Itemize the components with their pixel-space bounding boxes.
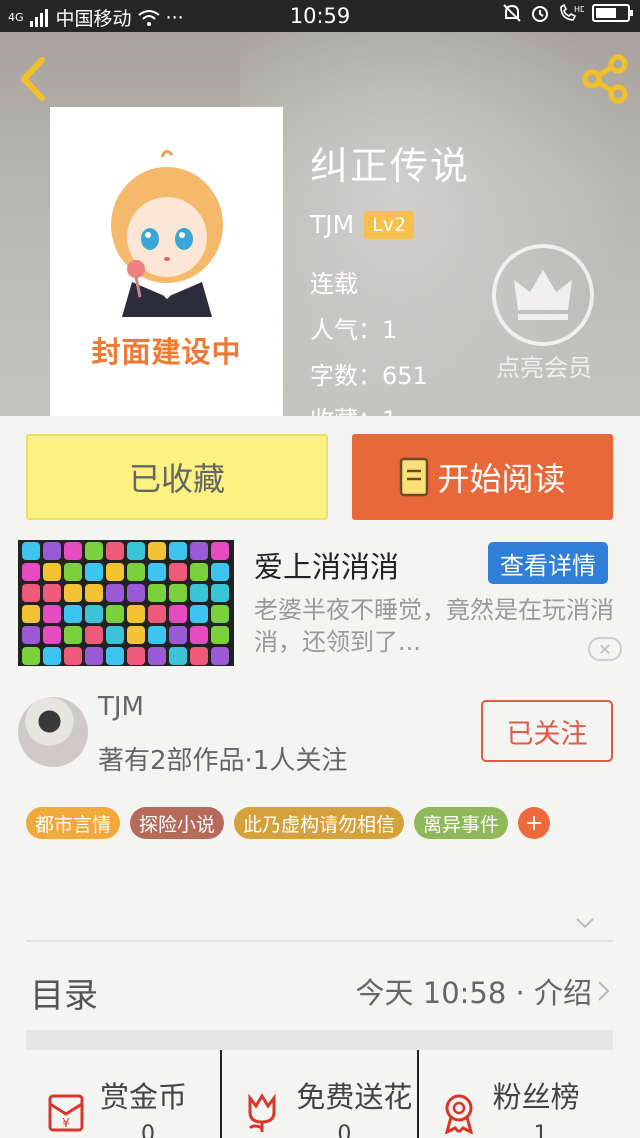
more-tags-button[interactable]: + [518, 807, 551, 839]
ad-description[interactable]: 老婆半夜不睡觉，竟然是在玩消消消，还领到了... [254, 594, 634, 658]
tag-2[interactable]: 此乃虚构请勿相信 [234, 807, 405, 839]
reward-coins-count: 0 [141, 1122, 155, 1138]
ad-title[interactable]: 爱上消消消 [254, 544, 399, 586]
author-card-stats: 著有2部作品·1人关注 [98, 746, 348, 776]
send-flower-label: 免费送花 [296, 1080, 413, 1114]
chevron-down-icon[interactable] [574, 912, 596, 934]
hd-call-icon: HD [560, 3, 584, 21]
author-line: TJM Lv2 [310, 210, 415, 239]
word-count: 字数：651 [310, 362, 428, 390]
start-reading-label: 开始阅读 [437, 460, 566, 498]
collection-count: 收藏：1 [310, 400, 397, 416]
fan-ranking-count: 1 [533, 1122, 548, 1138]
send-flower-count: 0 [337, 1122, 352, 1138]
book-header: 封面建设中 纠正传说 TJM Lv2 连载 人气：1 字数：651 收藏：1 点… [0, 32, 640, 416]
tag-list: 都市言情 探险小说 此乃虚构请勿相信 离异事件 + [26, 807, 551, 839]
svg-text:¥: ¥ [62, 1116, 70, 1130]
chevron-right-icon [598, 981, 610, 1001]
fan-ranking-button[interactable]: 粉丝榜 1 [419, 1050, 613, 1138]
ad-detail-button[interactable]: 查看详情 [488, 542, 608, 584]
alarm-icon [532, 6, 548, 22]
reward-coins-button[interactable]: ¥ 赏金币 0 [26, 1050, 223, 1138]
reward-coins-label: 赏金币 [100, 1080, 188, 1114]
bottom-action-bar: ¥ 赏金币 0 免费送花 0 粉丝榜 1 [26, 1050, 613, 1138]
tag-1[interactable]: 探险小说 [130, 807, 225, 839]
back-icon[interactable] [14, 54, 54, 104]
start-reading-button[interactable]: 开始阅读 [352, 434, 613, 520]
author-name[interactable]: TJM [310, 210, 354, 239]
tag-0[interactable]: 都市言情 [26, 807, 121, 839]
toc-updated-text: 今天 10:58 · 介绍 [355, 976, 592, 1010]
level-badge: Lv2 [364, 210, 415, 239]
send-flower-button[interactable]: 免费送花 0 [222, 1050, 419, 1138]
coin-envelope-icon: ¥ [48, 1094, 84, 1132]
cover-illustration [111, 150, 223, 317]
vip-label: 点亮会员 [496, 354, 592, 382]
ad-image[interactable] [18, 540, 234, 666]
mute-bell-icon [503, 4, 521, 22]
divider [26, 940, 613, 942]
book-title: 纠正传说 [310, 144, 471, 188]
vip-activate[interactable]: 点亮会员 [492, 244, 596, 383]
ad-close-icon[interactable]: ✕ [588, 637, 622, 661]
status-bar: 4G 中国移动 ··· 10:59 HD [0, 0, 640, 32]
svg-text:HD: HD [574, 5, 584, 14]
serial-status: 连载 [310, 270, 358, 298]
follow-button[interactable]: 已关注 [481, 700, 613, 762]
avatar[interactable] [18, 697, 88, 767]
author-card-name[interactable]: TJM [98, 692, 144, 722]
fan-ranking-label: 粉丝榜 [492, 1080, 580, 1114]
toc-label[interactable]: 目录 [30, 968, 98, 1017]
section-separator [26, 1030, 613, 1050]
collected-button[interactable]: 已收藏 [26, 434, 328, 520]
medal-icon [444, 1094, 473, 1134]
share-icon[interactable] [580, 54, 630, 104]
book-cover[interactable]: 封面建设中 [50, 107, 283, 416]
flower-icon [248, 1093, 276, 1132]
battery-icon [592, 4, 633, 22]
book-icon [400, 457, 429, 497]
toc-update-info[interactable]: 今天 10:58 · 介绍 [356, 970, 612, 1012]
tag-3[interactable]: 离异事件 [414, 807, 509, 839]
crown-icon [492, 244, 594, 346]
popularity-count: 人气：1 [310, 316, 398, 344]
cover-placeholder-text: 封面建设中 [91, 335, 242, 369]
